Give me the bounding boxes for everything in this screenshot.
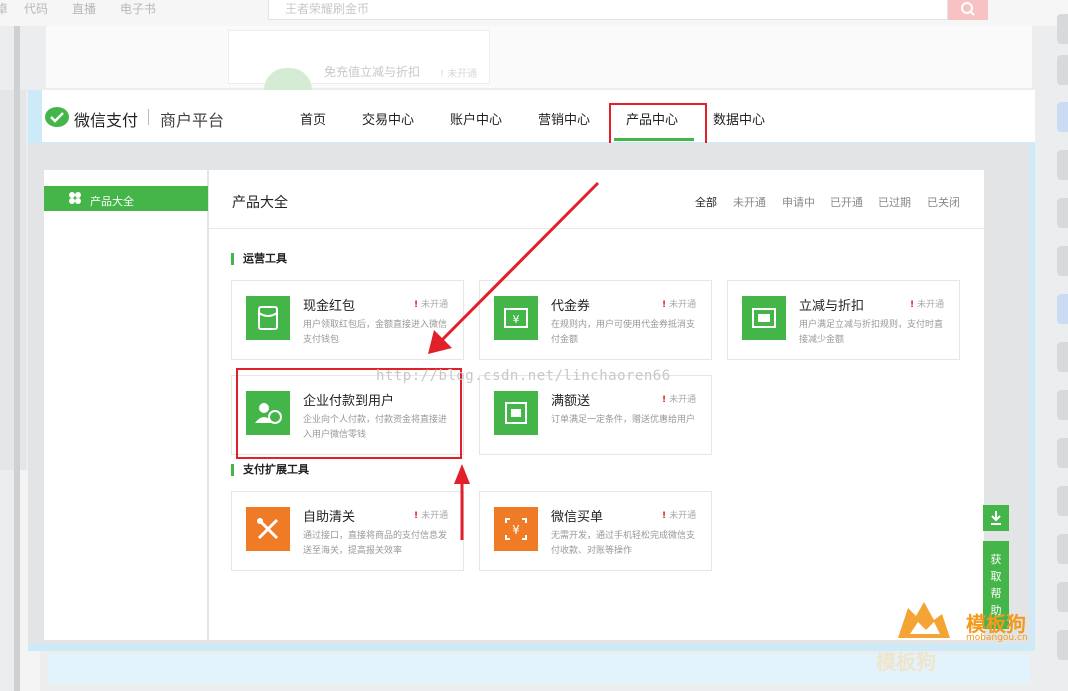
nav-transactions[interactable]: 交易中心 [362, 109, 414, 128]
right-thumbnail[interactable] [1057, 342, 1068, 372]
card-description: 用户领取红包后，金额直接进入微信支付钱包 [303, 320, 448, 345]
product-card-cash-red-packet[interactable]: 现金红包 ! 未开通 用户领取红包后，金额直接进入微信支付钱包 [231, 280, 464, 360]
help-char: 取 [990, 570, 1002, 583]
download-button[interactable] [983, 505, 1009, 531]
sidebar-item-label: 产品大全 [90, 195, 134, 208]
right-thumbnail[interactable] [1057, 630, 1068, 660]
filter-closed[interactable]: 已关闭 [927, 194, 960, 210]
customs-icon [246, 507, 290, 551]
right-thumbnail[interactable] [1057, 438, 1068, 468]
right-thumbnail[interactable] [1057, 150, 1068, 180]
status-badge: ! 未开通 [414, 511, 449, 521]
card-description: 在规则内，用户可使用代金券抵消支付金额 [551, 320, 696, 345]
card-description: 通过接口，直接将商品的支付信息发送至海关，提高报关效率 [303, 531, 448, 556]
background-link-android[interactable]: 安卓 [0, 0, 8, 17]
svg-text:¥: ¥ [512, 523, 520, 537]
product-card-self-customs[interactable]: 自助清关 ! 未开通 通过接口，直接将商品的支付信息发送至海关，提高报关效率 [231, 491, 464, 571]
section-title-payment-extensions: 支付扩展工具 [231, 464, 309, 476]
card-title: 代金券 [551, 299, 591, 314]
nav-home[interactable]: 首页 [300, 109, 326, 128]
svg-text:¥: ¥ [513, 313, 520, 326]
product-card-full-gift[interactable]: 满额送 ! 未开通 订单满足一定条件，赠送优惠给用户 [479, 375, 712, 455]
right-thumbnail[interactable] [1057, 102, 1068, 132]
card-title: 立减与折扣 [799, 299, 865, 314]
background-card-name: 免充值立减与折扣 [324, 65, 421, 79]
wechat-checkout-icon: ¥ [494, 507, 538, 551]
discount-icon [742, 296, 786, 340]
full-gift-icon [494, 391, 538, 435]
background-link-code[interactable]: 代码 [24, 0, 48, 17]
filter-expired[interactable]: 已过期 [878, 194, 911, 210]
status-badge: ! 未开通 [662, 511, 697, 521]
status-badge: ! 未开通 [414, 300, 449, 310]
page-title: 产品大全 [232, 195, 288, 211]
nav-data[interactable]: 数据中心 [713, 109, 765, 128]
help-char: 获 [990, 553, 1002, 566]
clover-icon [69, 192, 81, 204]
section-title-operations: 运营工具 [231, 253, 287, 265]
right-thumbnail[interactable] [1057, 14, 1068, 44]
background-search-input[interactable]: 王者荣耀刷金币 [268, 0, 948, 20]
brand-name: 微信支付 [74, 111, 139, 130]
background-link-live[interactable]: 直播 [72, 0, 96, 17]
card-title: 微信买单 [551, 510, 604, 525]
wechat-pay-logo-icon [45, 107, 69, 127]
voucher-icon: ¥ [494, 296, 538, 340]
nav-account[interactable]: 账户中心 [450, 109, 502, 128]
product-card-voucher[interactable]: ¥ 代金券 ! 未开通 在规则内，用户可使用代金券抵消支付金额 [479, 280, 712, 360]
card-description: 订单满足一定条件，赠送优惠给用户 [551, 415, 696, 425]
right-thumbnail[interactable] [1057, 294, 1068, 324]
filter-not-enabled[interactable]: 未开通 [733, 194, 766, 210]
header-divider [209, 228, 984, 229]
red-packet-icon [246, 296, 290, 340]
filter-applying[interactable]: 申请中 [782, 194, 815, 210]
background-link-ebook[interactable]: 电子书 [120, 0, 156, 17]
brand-subtitle: 商户平台 [160, 111, 225, 130]
search-icon [961, 2, 975, 16]
sidebar [44, 170, 208, 640]
right-thumbnail[interactable] [1057, 246, 1068, 276]
background-card-status: ! 未开通 [440, 69, 478, 80]
filter-all[interactable]: 全部 [695, 194, 717, 210]
background-search-button[interactable] [948, 0, 988, 20]
product-card-discount[interactable]: 立减与折扣 ! 未开通 用户满足立减与折扣规则，支付时直接减少金额 [727, 280, 960, 360]
status-badge: ! 未开通 [910, 300, 945, 310]
card-title: 现金红包 [303, 299, 356, 314]
right-thumbnail[interactable] [1057, 582, 1068, 612]
nav-marketing[interactable]: 营销中心 [538, 109, 590, 128]
status-badge: ! 未开通 [662, 395, 697, 405]
card-description: 无需开发，通过手机轻松完成微信支付收款、对账等操作 [551, 531, 696, 556]
background-search-placeholder: 王者荣耀刷金币 [285, 2, 370, 16]
logo-reflection: 模板狗 [876, 650, 936, 674]
filter-enabled[interactable]: 已开通 [830, 194, 863, 210]
card-description: 用户满足立减与折扣规则，支付时直接减少金额 [799, 320, 944, 345]
card-title: 满额送 [551, 394, 591, 409]
product-card-wechat-checkout[interactable]: ¥ 微信买单 ! 未开通 无需开发，通过手机轻松完成微信支付收款、对账等操作 [479, 491, 712, 571]
background-side-strip [0, 90, 26, 470]
brand-divider [148, 109, 149, 125]
background-card [46, 26, 1032, 88]
right-thumbnail[interactable] [1057, 198, 1068, 228]
right-thumbnail[interactable] [1057, 390, 1068, 420]
blog-watermark: http://blog.csdn.net/linchaoren66 [376, 368, 671, 384]
logo-domain: mobangou.cn [966, 633, 1028, 643]
download-icon [991, 511, 1001, 525]
status-badge: ! 未开通 [662, 300, 697, 310]
right-thumbnail[interactable] [1057, 534, 1068, 564]
right-thumbnail[interactable] [1057, 486, 1068, 516]
card-title: 自助清关 [303, 510, 356, 525]
right-thumbnail[interactable] [1057, 55, 1068, 85]
